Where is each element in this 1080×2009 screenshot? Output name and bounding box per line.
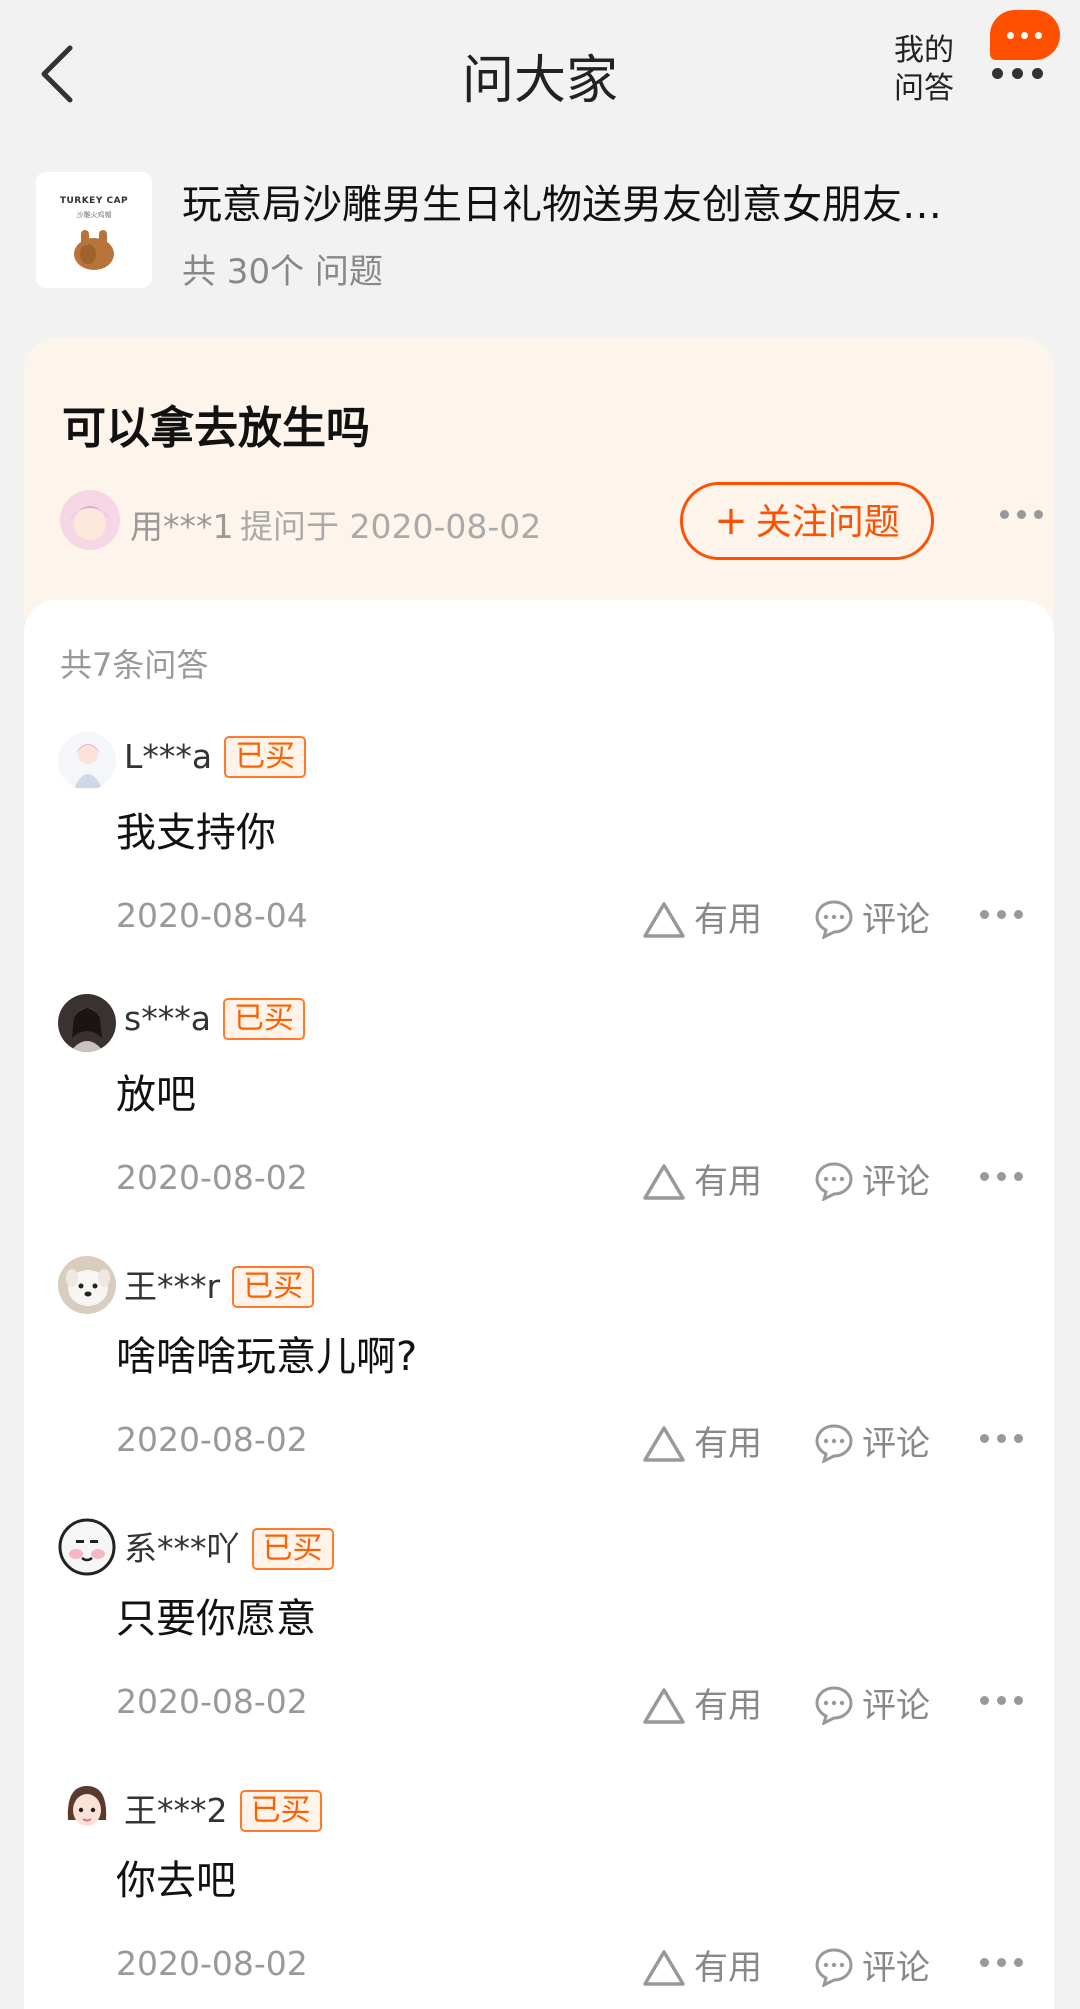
comment-label: 评论 [862,900,930,940]
useful-label: 有用 [694,1948,762,1988]
follow-question-button[interactable]: + 关注问题 [680,482,934,560]
answer-date: 2020-08-02 [116,1944,308,1983]
product-summary[interactable]: TURKEY CAP 沙雕火鸡帽 玩意局沙雕男生日礼物送男友创意女朋友… 共 3… [0,160,1080,300]
bought-badge: 已买 [251,1528,334,1570]
answer-more-icon[interactable] [980,910,1024,922]
question-card: 可以拿去放生吗 用***1 提问于 2020-08-02 + 关注问题 [24,338,1054,618]
asker-avatar [60,490,120,550]
useful-label: 有用 [694,1686,762,1726]
comment-button[interactable]: 评论 [814,1678,930,1726]
answer-text: 放吧 [116,1072,196,1118]
useful-button[interactable]: 有用 [642,1678,762,1726]
product-thumbnail: TURKEY CAP 沙雕火鸡帽 [36,172,152,288]
useful-button[interactable]: 有用 [642,892,762,940]
follow-label: 关注问题 [755,502,900,543]
answer-user-name: 王***r [124,1267,221,1306]
triangle-up-icon [643,1426,685,1462]
anime-girl-avatar [58,732,116,790]
dog-avatar [58,1256,116,1314]
asker-name: 用***1 [130,507,234,546]
answer-more-icon[interactable] [980,1696,1024,1708]
question-more-icon[interactable] [1000,510,1044,522]
meme-face-avatar [58,1518,116,1576]
my-qa-label-line2: 问答 [894,71,954,106]
answer-user: 王***2 已买 [124,1784,322,1832]
top-nav-bar: 问大家 我的 问答 [0,0,1080,150]
back-arrow-icon[interactable] [36,42,80,106]
message-bubble-icon[interactable] [990,10,1060,60]
comment-label: 评论 [862,1948,930,1988]
bought-badge: 已买 [222,998,305,1040]
photo-avatar [58,994,116,1052]
answer-count-label: 共7条问答 [60,646,209,684]
triangle-up-icon [643,902,685,938]
answer-more-icon[interactable] [980,1434,1024,1446]
answer-more-icon[interactable] [980,1958,1024,1970]
useful-button[interactable]: 有用 [642,1154,762,1202]
answer-user-name: L***a [124,737,213,776]
comment-button[interactable]: 评论 [814,1416,930,1464]
answer-user: s***a 已买 [124,998,305,1040]
comment-label: 评论 [862,1686,930,1726]
answer-item: s***a 已买 放吧 2020-08-02 有用 评论 [24,994,1054,1256]
answer-user: 系***吖 已买 [124,1522,334,1570]
comment-button[interactable]: 评论 [814,1940,930,1988]
comment-bubble-icon [815,900,853,939]
bought-badge: 已买 [239,1790,322,1832]
answer-user-name: 王***2 [124,1791,228,1830]
answer-item: 王***r 已买 啥啥啥玩意儿啊? 2020-08-02 有用 评论 [24,1256,1054,1518]
comment-label: 评论 [862,1162,930,1202]
useful-label: 有用 [694,1424,762,1464]
comment-bubble-icon [815,1948,853,1987]
answer-user: 王***r 已买 [124,1260,315,1308]
my-qa-label-line1: 我的 [894,33,954,68]
useful-button[interactable]: 有用 [642,1940,762,1988]
answer-text: 你去吧 [116,1858,236,1904]
bought-badge: 已买 [224,736,307,778]
useful-label: 有用 [694,1162,762,1202]
comment-button[interactable]: 评论 [814,892,930,940]
asked-time: 提问于 2020-08-02 [240,507,542,546]
answer-text: 啥啥啥玩意儿啊? [116,1334,418,1380]
bought-badge: 已买 [232,1266,315,1308]
triangle-up-icon [643,1688,685,1724]
girl-avatar [58,1780,116,1838]
answer-date: 2020-08-02 [116,1158,308,1197]
comment-bubble-icon [815,1424,853,1463]
turkey-hat-image [74,230,114,270]
comment-bubble-icon [815,1162,853,1201]
product-title[interactable]: 玩意局沙雕男生日礼物送男友创意女朋友… [182,172,1022,230]
answer-text: 我支持你 [116,810,276,856]
useful-label: 有用 [694,900,762,940]
answer-date: 2020-08-02 [116,1420,308,1459]
triangle-up-icon [643,1164,685,1200]
plus-icon: + [714,498,748,544]
answers-panel: 共7条问答 L***a 已买 我支持你 2020-08-04 有用 评论 s**… [24,600,1054,2009]
answer-text: 只要你愿意 [116,1596,316,1642]
answer-user: L***a 已买 [124,736,307,778]
answer-date: 2020-08-04 [116,896,308,935]
useful-button[interactable]: 有用 [642,1416,762,1464]
answer-item: L***a 已买 我支持你 2020-08-04 有用 评论 [24,732,1054,994]
answer-user-name: 系***吖 [124,1529,240,1568]
my-qa-link[interactable]: 我的 问答 [890,32,958,108]
answer-item: 王***2 已买 你去吧 2020-08-02 有用 评论 [24,1780,1054,2009]
triangle-up-icon [643,1950,685,1986]
question-count: 共 30个 问题 [182,252,383,292]
comment-label: 评论 [862,1424,930,1464]
more-menu-icon[interactable] [992,62,1046,82]
answer-date: 2020-08-02 [116,1682,308,1721]
answer-user-name: s***a [124,999,211,1038]
comment-button[interactable]: 评论 [814,1154,930,1202]
question-text: 可以拿去放生吗 [62,403,370,454]
answer-item: 系***吖 已买 只要你愿意 2020-08-02 有用 评论 [24,1518,1054,1780]
comment-bubble-icon [815,1686,853,1725]
answer-more-icon[interactable] [980,1172,1024,1184]
